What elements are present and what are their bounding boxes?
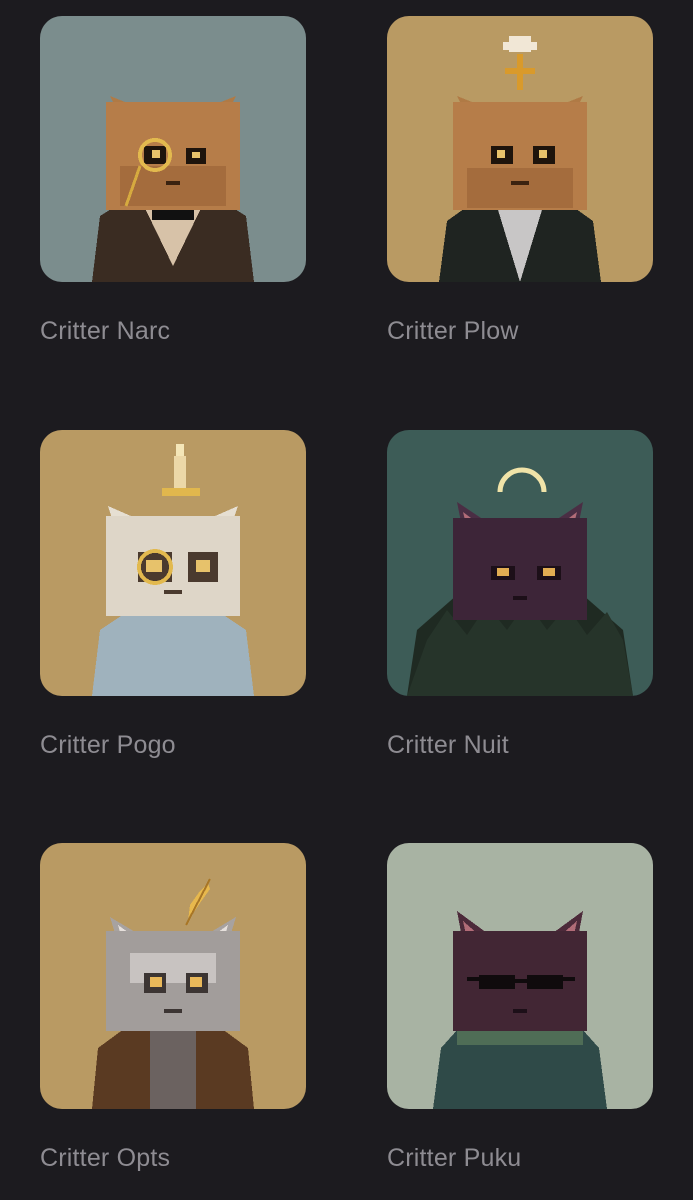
nft-card-critter-narc[interactable]: Critter Narc <box>40 16 306 346</box>
nft-title: Critter Puku <box>387 1144 522 1172</box>
critter-pogo-image <box>40 430 306 696</box>
nft-card-critter-puku[interactable]: Critter Puku <box>387 843 653 1173</box>
critter-puku-image <box>387 843 653 1109</box>
nft-card-critter-nuit[interactable]: Critter Nuit <box>387 430 653 760</box>
nft-title: Critter Opts <box>40 1144 171 1172</box>
nft-title: Critter Nuit <box>387 731 509 759</box>
critter-plow-image <box>387 16 653 282</box>
nft-card-critter-plow[interactable]: Critter Plow <box>387 16 653 346</box>
nft-card-critter-pogo[interactable]: Critter Pogo <box>40 430 306 760</box>
nft-title: Critter Pogo <box>40 731 176 759</box>
critter-narc-image <box>40 16 306 282</box>
nft-title: Critter Narc <box>40 317 171 345</box>
critter-opts-image <box>40 843 306 1109</box>
critter-nuit-image <box>387 430 653 696</box>
nft-card-critter-opts[interactable]: Critter Opts <box>40 843 306 1173</box>
nft-title: Critter Plow <box>387 317 519 345</box>
